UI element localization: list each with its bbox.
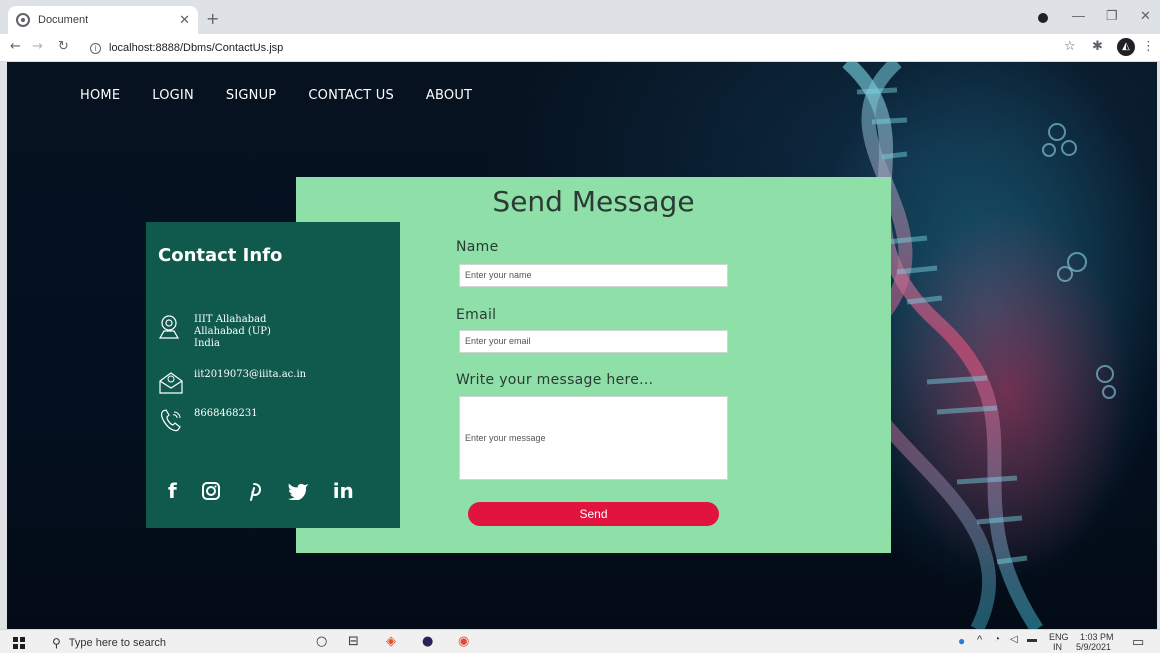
region-indicator[interactable]: IN	[1053, 642, 1062, 652]
minimize-icon[interactable]: —	[1072, 8, 1085, 23]
pinterest-icon[interactable]	[245, 481, 263, 501]
browser-tab[interactable]: Document ✕	[8, 6, 198, 34]
close-window-icon[interactable]: ✕	[1140, 8, 1151, 24]
page-viewport: HOME LOGIN SIGNUP CONTACT US ABOUT Send …	[7, 62, 1157, 629]
new-tab-icon[interactable]: +	[206, 9, 219, 28]
url-text: localhost:8888/Dbms/ContactUs.jsp	[109, 42, 284, 54]
name-input[interactable]: Enter your name	[459, 264, 728, 287]
globe-icon	[16, 13, 30, 27]
battery-icon[interactable]: ▬	[1027, 634, 1037, 645]
menu-kebab-icon[interactable]: ⋮	[1142, 39, 1155, 54]
extensions-puzzle-icon[interactable]: ✱	[1092, 39, 1103, 54]
browser-tab-bar: Document ✕ + — ❐ ✕	[0, 0, 1160, 34]
send-button[interactable]: Send	[468, 502, 719, 526]
phone-text: 8668468231	[194, 408, 258, 419]
windows-start-icon[interactable]	[13, 637, 25, 649]
contact-info-card: Contact Info IIIT Allahabad Allahabad (U…	[146, 222, 400, 528]
email-text: iit2019073@iiita.ac.in	[194, 369, 307, 380]
maximize-icon[interactable]: ❐	[1106, 8, 1118, 24]
chrome-icon[interactable]: ◉	[458, 634, 469, 649]
brave-browser-icon[interactable]: ◈	[386, 634, 396, 649]
taskbar-search[interactable]: ⚲ Type here to search	[52, 636, 166, 650]
clock-date[interactable]: 5/9/2021	[1076, 642, 1111, 652]
volume-icon[interactable]: ◁	[1010, 634, 1018, 645]
nav-contact-us-link[interactable]: CONTACT US	[308, 88, 394, 103]
profile-avatar-icon[interactable]: ◭	[1117, 38, 1135, 56]
extension-icon[interactable]	[1038, 13, 1048, 23]
tray-chevron-icon[interactable]: ^	[977, 634, 982, 646]
info-icon[interactable]: i	[90, 42, 101, 54]
close-tab-icon[interactable]: ✕	[179, 13, 190, 28]
linkedin-icon[interactable]: in	[333, 479, 354, 503]
nav-login-link[interactable]: LOGIN	[152, 88, 194, 103]
help-icon[interactable]: ●	[958, 634, 965, 648]
message-textarea[interactable]: Enter your message	[459, 396, 728, 480]
email-envelope-icon	[159, 372, 183, 394]
phone-row: 8668468231	[158, 408, 258, 434]
email-label: Email	[456, 307, 497, 323]
phone-icon	[161, 409, 181, 432]
contact-info-title: Contact Info	[158, 245, 283, 266]
facebook-icon[interactable]: f	[168, 479, 177, 503]
wifi-icon[interactable]: ◔	[994, 634, 1000, 645]
nav-about-link[interactable]: ABOUT	[426, 88, 472, 103]
tab-title: Document	[38, 14, 89, 26]
forward-icon[interactable]: →	[32, 39, 43, 54]
language-indicator[interactable]: ENG	[1049, 632, 1069, 642]
social-links: f in	[168, 479, 354, 503]
back-icon[interactable]: ←	[10, 39, 21, 54]
message-label: Write your message here...	[456, 372, 654, 388]
email-input[interactable]: Enter your email	[459, 330, 728, 353]
eclipse-icon[interactable]: ●	[422, 634, 433, 649]
clock-time[interactable]: 1:03 PM	[1080, 632, 1114, 642]
email-row: iit2019073@iiita.ac.in	[158, 369, 306, 395]
nav-signup-link[interactable]: SIGNUP	[226, 88, 276, 103]
instagram-icon[interactable]	[201, 481, 221, 501]
bookmark-star-icon[interactable]: ☆	[1064, 39, 1076, 54]
reload-icon[interactable]: ↻	[58, 39, 69, 54]
address-bar[interactable]: i localhost:8888/Dbms/ContactUs.jsp	[90, 37, 1050, 59]
name-label: Name	[456, 239, 499, 255]
main-nav: HOME LOGIN SIGNUP CONTACT US ABOUT	[80, 88, 472, 103]
taskbar-search-placeholder: Type here to search	[68, 637, 167, 649]
browser-toolbar: ← → ↻ i localhost:8888/Dbms/ContactUs.js…	[0, 34, 1160, 62]
cortana-icon[interactable]: ○	[316, 634, 327, 649]
address-text: IIIT Allahabad Allahabad (UP) India	[194, 314, 271, 349]
search-icon: ⚲	[52, 636, 61, 650]
location-pin-icon	[158, 315, 180, 339]
nav-home-link[interactable]: HOME	[80, 88, 120, 103]
form-title: Send Message	[492, 185, 695, 218]
windows-taskbar: ⚲ Type here to search ○ ⊟ ◈ ● ◉ ● ^ ◔ ◁ …	[0, 629, 1160, 653]
task-view-icon[interactable]: ⊟	[348, 634, 359, 649]
notification-icon[interactable]: ▭	[1132, 634, 1144, 650]
address-row: IIIT Allahabad Allahabad (UP) India	[158, 314, 271, 350]
twitter-icon[interactable]	[287, 482, 309, 500]
